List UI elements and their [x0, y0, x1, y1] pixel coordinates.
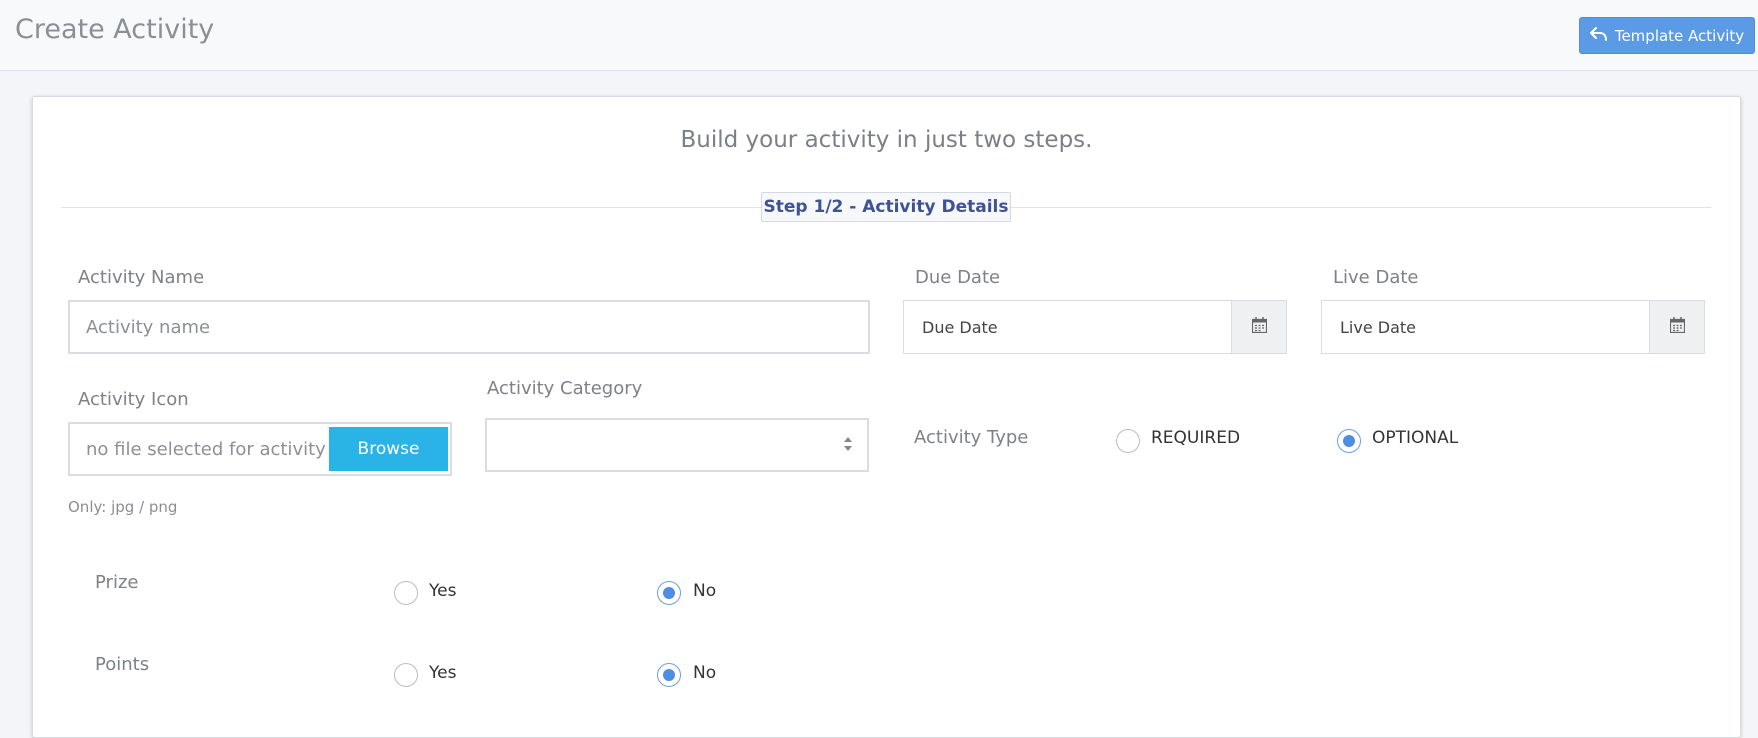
live-date-input[interactable]: Live Date — [1322, 301, 1649, 353]
activity-type-optional-radio[interactable] — [1337, 429, 1361, 453]
activity-category-label: Activity Category — [487, 378, 643, 399]
points-yes-label: Yes — [429, 663, 457, 683]
activity-form-card: Build your activity in just two steps. S… — [32, 96, 1741, 738]
form-headline: Build your activity in just two steps. — [680, 127, 1093, 153]
browse-button[interactable]: Browse — [329, 427, 448, 471]
activity-type-label: Activity Type — [914, 427, 1029, 448]
template-activity-label: Template Activity — [1614, 26, 1745, 45]
file-type-hint: Only: jpg / png — [68, 498, 178, 516]
prize-no-radio[interactable] — [657, 581, 681, 605]
due-date-input[interactable]: Due Date — [904, 301, 1231, 353]
points-yes-radio[interactable] — [394, 663, 418, 687]
due-date-label: Due Date — [915, 267, 1001, 288]
due-date-calendar-button[interactable] — [1231, 301, 1286, 353]
activity-name-label: Activity Name — [78, 267, 205, 288]
live-date-calendar-button[interactable] — [1649, 301, 1704, 353]
activity-type-optional-label: OPTIONAL — [1372, 428, 1459, 448]
points-no-label: No — [693, 663, 717, 683]
calendar-icon — [1669, 317, 1685, 337]
top-bar: Create Activity Template Activity — [0, 0, 1758, 71]
points-no-radio[interactable] — [657, 663, 681, 687]
prize-yes-radio[interactable] — [394, 581, 418, 605]
live-date-label: Live Date — [1333, 267, 1419, 288]
due-date-field: Due Date — [903, 300, 1287, 354]
activity-category-select[interactable] — [485, 418, 869, 472]
reply-arrow-icon — [1589, 26, 1607, 45]
page-title: Create Activity — [15, 14, 215, 45]
live-date-field: Live Date — [1321, 300, 1705, 354]
activity-type-required-radio[interactable] — [1116, 429, 1140, 453]
calendar-icon — [1251, 317, 1267, 337]
points-label: Points — [95, 654, 150, 675]
file-name-text: no file selected for activity — [86, 438, 326, 460]
activity-type-required-label: REQUIRED — [1151, 428, 1241, 448]
activity-icon-file-input: no file selected for activity Browse — [68, 422, 452, 476]
prize-no-label: No — [693, 581, 717, 601]
activity-icon-label: Activity Icon — [78, 389, 189, 410]
activity-name-input[interactable]: Activity name — [68, 300, 870, 354]
prize-yes-label: Yes — [429, 581, 457, 601]
step-badge: Step 1/2 - Activity Details — [761, 192, 1011, 222]
prize-label: Prize — [95, 572, 139, 593]
template-activity-button[interactable]: Template Activity — [1579, 17, 1755, 54]
